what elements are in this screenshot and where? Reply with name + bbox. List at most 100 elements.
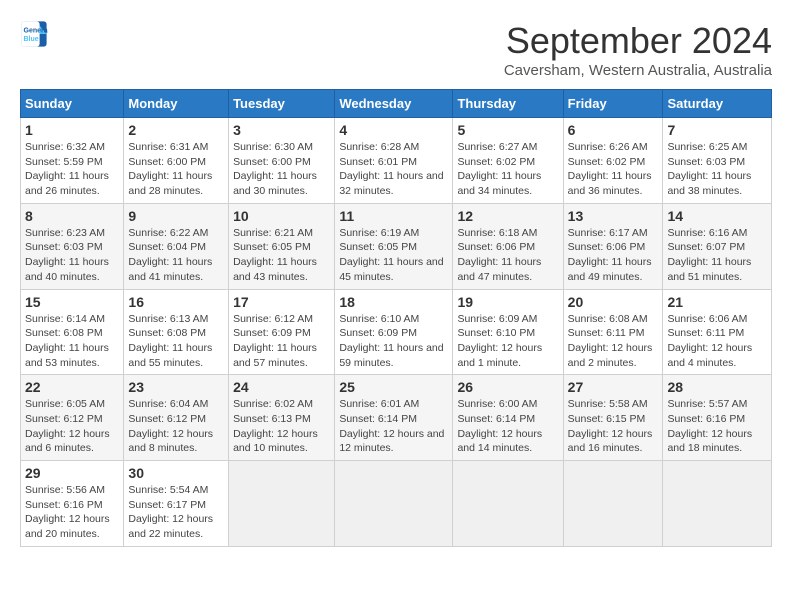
day-number: 2: [128, 122, 224, 138]
day-info: Sunrise: 6:28 AMSunset: 6:01 PMDaylight:…: [339, 140, 448, 199]
calendar-cell: 17 Sunrise: 6:12 AMSunset: 6:09 PMDaylig…: [229, 289, 335, 375]
day-info: Sunrise: 6:30 AMSunset: 6:00 PMDaylight:…: [233, 140, 330, 199]
page-header: General Blue September 2024 Caversham, W…: [20, 20, 772, 79]
day-number: 1: [25, 122, 119, 138]
calendar-cell: [335, 461, 453, 547]
calendar-cell: 30 Sunrise: 5:54 AMSunset: 6:17 PMDaylig…: [124, 461, 229, 547]
calendar-cell: 9 Sunrise: 6:22 AMSunset: 6:04 PMDayligh…: [124, 203, 229, 289]
day-info: Sunrise: 6:21 AMSunset: 6:05 PMDaylight:…: [233, 226, 330, 285]
day-number: 21: [667, 294, 767, 310]
calendar-cell: 22 Sunrise: 6:05 AMSunset: 6:12 PMDaylig…: [21, 375, 124, 461]
month-title: September 2024: [504, 20, 772, 62]
calendar-cell: 8 Sunrise: 6:23 AMSunset: 6:03 PMDayligh…: [21, 203, 124, 289]
calendar-cell: 14 Sunrise: 6:16 AMSunset: 6:07 PMDaylig…: [663, 203, 772, 289]
day-info: Sunrise: 6:04 AMSunset: 6:12 PMDaylight:…: [128, 397, 224, 456]
day-number: 29: [25, 465, 119, 481]
day-number: 4: [339, 122, 448, 138]
day-info: Sunrise: 6:00 AMSunset: 6:14 PMDaylight:…: [457, 397, 558, 456]
calendar-cell: 18 Sunrise: 6:10 AMSunset: 6:09 PMDaylig…: [335, 289, 453, 375]
day-number: 28: [667, 379, 767, 395]
calendar-cell: [663, 461, 772, 547]
day-info: Sunrise: 6:16 AMSunset: 6:07 PMDaylight:…: [667, 226, 767, 285]
day-number: 14: [667, 208, 767, 224]
day-info: Sunrise: 6:12 AMSunset: 6:09 PMDaylight:…: [233, 312, 330, 371]
day-number: 7: [667, 122, 767, 138]
svg-text:General: General: [24, 28, 49, 35]
day-number: 30: [128, 465, 224, 481]
day-number: 27: [568, 379, 659, 395]
day-number: 13: [568, 208, 659, 224]
day-info: Sunrise: 6:02 AMSunset: 6:13 PMDaylight:…: [233, 397, 330, 456]
header-tuesday: Tuesday: [229, 90, 335, 118]
day-number: 20: [568, 294, 659, 310]
day-info: Sunrise: 6:06 AMSunset: 6:11 PMDaylight:…: [667, 312, 767, 371]
calendar-cell: [453, 461, 563, 547]
day-number: 6: [568, 122, 659, 138]
svg-text:Blue: Blue: [24, 36, 39, 43]
header-friday: Friday: [563, 90, 663, 118]
day-number: 24: [233, 379, 330, 395]
calendar-cell: 23 Sunrise: 6:04 AMSunset: 6:12 PMDaylig…: [124, 375, 229, 461]
header-saturday: Saturday: [663, 90, 772, 118]
week-row-3: 22 Sunrise: 6:05 AMSunset: 6:12 PMDaylig…: [21, 375, 772, 461]
day-info: Sunrise: 5:54 AMSunset: 6:17 PMDaylight:…: [128, 483, 224, 542]
calendar-cell: 2 Sunrise: 6:31 AMSunset: 6:00 PMDayligh…: [124, 118, 229, 204]
day-number: 17: [233, 294, 330, 310]
day-number: 10: [233, 208, 330, 224]
calendar-cell: 3 Sunrise: 6:30 AMSunset: 6:00 PMDayligh…: [229, 118, 335, 204]
calendar-cell: 5 Sunrise: 6:27 AMSunset: 6:02 PMDayligh…: [453, 118, 563, 204]
week-row-1: 8 Sunrise: 6:23 AMSunset: 6:03 PMDayligh…: [21, 203, 772, 289]
day-info: Sunrise: 6:17 AMSunset: 6:06 PMDaylight:…: [568, 226, 659, 285]
day-number: 9: [128, 208, 224, 224]
logo: General Blue: [20, 20, 48, 48]
week-row-4: 29 Sunrise: 5:56 AMSunset: 6:16 PMDaylig…: [21, 461, 772, 547]
day-info: Sunrise: 5:58 AMSunset: 6:15 PMDaylight:…: [568, 397, 659, 456]
calendar-cell: 27 Sunrise: 5:58 AMSunset: 6:15 PMDaylig…: [563, 375, 663, 461]
day-number: 19: [457, 294, 558, 310]
calendar-cell: 12 Sunrise: 6:18 AMSunset: 6:06 PMDaylig…: [453, 203, 563, 289]
day-number: 26: [457, 379, 558, 395]
header-monday: Monday: [124, 90, 229, 118]
day-info: Sunrise: 6:05 AMSunset: 6:12 PMDaylight:…: [25, 397, 119, 456]
calendar-cell: 15 Sunrise: 6:14 AMSunset: 6:08 PMDaylig…: [21, 289, 124, 375]
day-info: Sunrise: 6:14 AMSunset: 6:08 PMDaylight:…: [25, 312, 119, 371]
day-info: Sunrise: 6:31 AMSunset: 6:00 PMDaylight:…: [128, 140, 224, 199]
day-info: Sunrise: 6:22 AMSunset: 6:04 PMDaylight:…: [128, 226, 224, 285]
day-number: 11: [339, 208, 448, 224]
day-info: Sunrise: 6:26 AMSunset: 6:02 PMDaylight:…: [568, 140, 659, 199]
day-info: Sunrise: 6:01 AMSunset: 6:14 PMDaylight:…: [339, 397, 448, 456]
day-number: 12: [457, 208, 558, 224]
calendar-cell: 20 Sunrise: 6:08 AMSunset: 6:11 PMDaylig…: [563, 289, 663, 375]
calendar-cell: 6 Sunrise: 6:26 AMSunset: 6:02 PMDayligh…: [563, 118, 663, 204]
day-number: 22: [25, 379, 119, 395]
day-info: Sunrise: 6:25 AMSunset: 6:03 PMDaylight:…: [667, 140, 767, 199]
day-info: Sunrise: 6:09 AMSunset: 6:10 PMDaylight:…: [457, 312, 558, 371]
header-thursday: Thursday: [453, 90, 563, 118]
day-number: 5: [457, 122, 558, 138]
title-area: September 2024 Caversham, Western Austra…: [504, 20, 772, 79]
calendar-cell: 28 Sunrise: 5:57 AMSunset: 6:16 PMDaylig…: [663, 375, 772, 461]
calendar-cell: 7 Sunrise: 6:25 AMSunset: 6:03 PMDayligh…: [663, 118, 772, 204]
day-number: 15: [25, 294, 119, 310]
calendar-cell: 24 Sunrise: 6:02 AMSunset: 6:13 PMDaylig…: [229, 375, 335, 461]
calendar-cell: 25 Sunrise: 6:01 AMSunset: 6:14 PMDaylig…: [335, 375, 453, 461]
week-row-0: 1 Sunrise: 6:32 AMSunset: 5:59 PMDayligh…: [21, 118, 772, 204]
week-row-2: 15 Sunrise: 6:14 AMSunset: 6:08 PMDaylig…: [21, 289, 772, 375]
day-number: 23: [128, 379, 224, 395]
calendar-cell: 19 Sunrise: 6:09 AMSunset: 6:10 PMDaylig…: [453, 289, 563, 375]
location-subtitle: Caversham, Western Australia, Australia: [504, 62, 772, 79]
calendar-table: Sunday Monday Tuesday Wednesday Thursday…: [20, 89, 772, 547]
calendar-cell: 16 Sunrise: 6:13 AMSunset: 6:08 PMDaylig…: [124, 289, 229, 375]
day-number: 3: [233, 122, 330, 138]
header-sunday: Sunday: [21, 90, 124, 118]
day-number: 25: [339, 379, 448, 395]
logo-icon: General Blue: [20, 20, 48, 48]
header-row: Sunday Monday Tuesday Wednesday Thursday…: [21, 90, 772, 118]
calendar-cell: 4 Sunrise: 6:28 AMSunset: 6:01 PMDayligh…: [335, 118, 453, 204]
header-wednesday: Wednesday: [335, 90, 453, 118]
calendar-cell: 26 Sunrise: 6:00 AMSunset: 6:14 PMDaylig…: [453, 375, 563, 461]
day-info: Sunrise: 6:08 AMSunset: 6:11 PMDaylight:…: [568, 312, 659, 371]
calendar-cell: 21 Sunrise: 6:06 AMSunset: 6:11 PMDaylig…: [663, 289, 772, 375]
day-info: Sunrise: 6:13 AMSunset: 6:08 PMDaylight:…: [128, 312, 224, 371]
day-info: Sunrise: 6:18 AMSunset: 6:06 PMDaylight:…: [457, 226, 558, 285]
